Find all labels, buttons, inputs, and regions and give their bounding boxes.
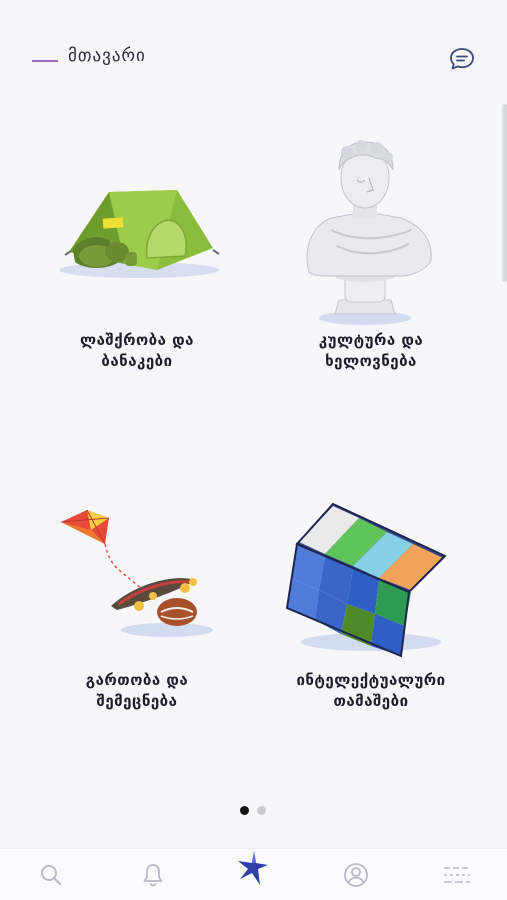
- nav-search[interactable]: [21, 849, 81, 900]
- category-label-line: თამაშები: [333, 692, 409, 710]
- bust-statue-icon: [306, 140, 432, 325]
- category-card-culture[interactable]: კულტურა და ხელოვნება: [261, 130, 481, 390]
- category-label-line: ხელოვნება: [325, 352, 417, 370]
- category-label-line: ლაშქრობა და: [80, 331, 194, 349]
- category-label: ლაშქრობა და ბანაკები: [27, 330, 247, 372]
- search-icon: [41, 865, 61, 885]
- category-label-line: შემეცნება: [96, 692, 178, 710]
- category-grid: ლაშქრობა და ბანაკები კულტურა და ხელოვნებ: [0, 0, 507, 800]
- page-dot-inactive[interactable]: [257, 806, 266, 815]
- spinning-top-icon: [238, 851, 268, 885]
- category-label: გართობა და შემეცნება: [27, 670, 247, 712]
- bottom-navigation: [0, 848, 507, 900]
- category-card-intellectual-games[interactable]: ინტელექტუალური თამაშები: [261, 470, 481, 730]
- menu-lines-icon: [444, 867, 470, 883]
- nav-home[interactable]: [224, 849, 284, 900]
- rubiks-cube-icon: [285, 502, 447, 658]
- category-label-line: კულტურა და: [318, 331, 424, 349]
- page-indicator: [240, 806, 270, 816]
- nav-menu[interactable]: [427, 849, 487, 900]
- tent-icon: [59, 190, 220, 278]
- page-dot-active[interactable]: [240, 806, 249, 815]
- nav-notifications[interactable]: [123, 849, 183, 900]
- category-label-line: ინტელექტუალური: [296, 671, 446, 689]
- bell-icon: [143, 864, 163, 887]
- category-card-camping[interactable]: ლაშქრობა და ბანაკები: [27, 130, 247, 390]
- profile-icon: [344, 863, 368, 887]
- category-label: ინტელექტუალური თამაშები: [261, 670, 481, 712]
- category-label-line: ბანაკები: [101, 352, 173, 370]
- category-label-line: გართობა და: [85, 671, 189, 689]
- kite-skateboard-icon: [60, 509, 213, 637]
- category-card-entertainment[interactable]: გართობა და შემეცნება: [27, 470, 247, 730]
- category-label: კულტურა და ხელოვნება: [261, 330, 481, 372]
- nav-profile[interactable]: [326, 849, 386, 900]
